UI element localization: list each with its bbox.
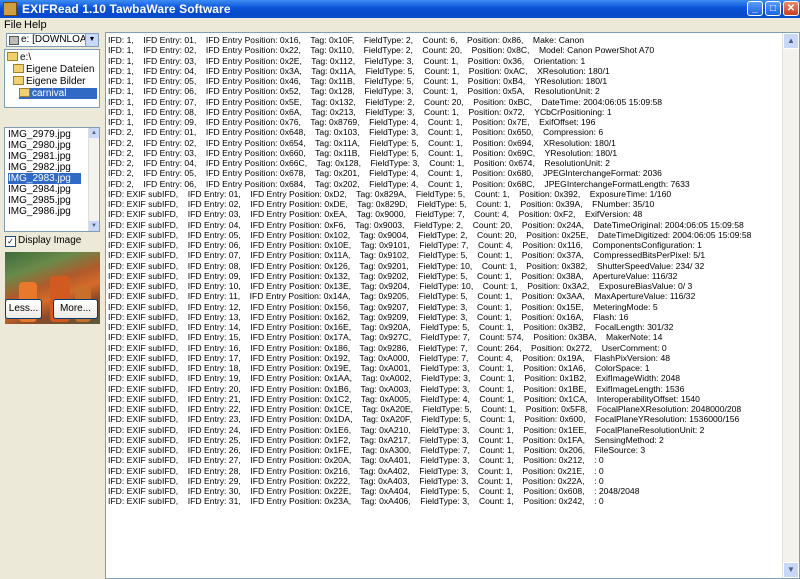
exif-line: IFD: EXIF subIFD, IFD Entry: 30, IFD Ent… — [108, 486, 640, 496]
exif-line: IFD: EXIF subIFD, IFD Entry: 09, IFD Ent… — [108, 270, 678, 281]
exif-line: IFD: EXIF subIFD, IFD Entry: 10, IFD Ent… — [108, 281, 693, 291]
file-item[interactable]: IMG_2980.jpg — [8, 140, 71, 151]
exif-line: IFD: EXIF subIFD, IFD Entry: 19, IFD Ent… — [108, 373, 681, 384]
scroll-up-icon[interactable]: ▲ — [783, 33, 799, 49]
exif-line: IFD: EXIF subIFD, IFD Entry: 08, IFD Ent… — [108, 260, 705, 271]
exif-line: IFD: EXIF subIFD, IFD Entry: 04, IFD Ent… — [108, 219, 744, 230]
folder-icon — [13, 64, 24, 73]
exif-line: IFD: EXIF subIFD, IFD Entry: 07, IFD Ent… — [108, 250, 706, 261]
directory-item[interactable]: Eigene Dateien — [13, 64, 94, 75]
exif-line: IFD: EXIF subIFD, IFD Entry: 01, IFD Ent… — [108, 188, 672, 199]
directory-item[interactable]: Eigene Bilder — [13, 76, 85, 87]
more-button[interactable]: More... — [53, 299, 98, 319]
title-bar[interactable]: EXIFRead 1.10 TawbaWare Software _ □ ✕ — [0, 0, 800, 18]
exif-line: IFD: 2, IFD Entry: 03, IFD Entry Positio… — [108, 147, 618, 158]
window-title: EXIFRead 1.10 TawbaWare Software — [22, 2, 231, 16]
exif-line: IFD: 1, IFD Entry: 02, IFD Entry Positio… — [108, 45, 655, 56]
drive-select[interactable]: e: [DOWNLOAD] ▼ — [6, 33, 99, 47]
folder-icon — [13, 76, 24, 85]
exif-line: IFD: 1, IFD Entry: 09, IFD Entry Positio… — [108, 117, 596, 127]
file-item[interactable]: IMG_2985.jpg — [8, 195, 71, 206]
exif-line: IFD: EXIF subIFD, IFD Entry: 26, IFD Ent… — [108, 445, 646, 455]
exif-line: IFD: EXIF subIFD, IFD Entry: 27, IFD Ent… — [108, 455, 604, 466]
exif-line: IFD: EXIF subIFD, IFD Entry: 18, IFD Ent… — [108, 363, 650, 373]
directory-list[interactable]: e:\ Eigene Dateien Eigene Bilder carniva… — [4, 49, 100, 108]
exif-line: IFD: EXIF subIFD, IFD Entry: 14, IFD Ent… — [108, 322, 674, 332]
file-item[interactable]: IMG_2982.jpg — [8, 162, 71, 173]
folder-icon — [7, 52, 18, 61]
exif-line: IFD: 1, IFD Entry: 08, IFD Entry Positio… — [108, 106, 612, 117]
menu-help[interactable]: Help — [24, 19, 47, 31]
exif-line: IFD: EXIF subIFD, IFD Entry: 05, IFD Ent… — [108, 229, 752, 240]
folder-icon — [19, 88, 30, 97]
file-list[interactable]: IMG_2979.jpg IMG_2980.jpg IMG_2981.jpg I… — [4, 127, 100, 232]
directory-item-selected[interactable]: carnival — [19, 88, 97, 99]
app-icon — [3, 2, 17, 16]
exif-line: IFD: EXIF subIFD, IFD Entry: 17, IFD Ent… — [108, 352, 671, 363]
exif-line: IFD: EXIF subIFD, IFD Entry: 15, IFD Ent… — [108, 332, 663, 343]
file-list-scrollbar[interactable]: ▲ ▼ — [88, 128, 99, 231]
exif-line: IFD: 1, IFD Entry: 01, IFD Entry Positio… — [108, 35, 585, 45]
exif-line: IFD: EXIF subIFD, IFD Entry: 20, IFD Ent… — [108, 383, 685, 394]
exif-line: IFD: 2, IFD Entry: 02, IFD Entry Positio… — [108, 137, 616, 148]
exif-line: IFD: EXIF subIFD, IFD Entry: 06, IFD Ent… — [108, 240, 702, 250]
exif-line: IFD: 1, IFD Entry: 04, IFD Entry Positio… — [108, 65, 610, 76]
file-item[interactable]: IMG_2981.jpg — [8, 151, 71, 162]
exif-line: IFD: EXIF subIFD, IFD Entry: 13, IFD Ent… — [108, 311, 629, 322]
exif-line: IFD: EXIF subIFD, IFD Entry: 21, IFD Ent… — [108, 393, 700, 404]
maximize-button[interactable]: □ — [765, 1, 781, 16]
less-button[interactable]: Less... — [5, 299, 42, 319]
exif-line: IFD: 2, IFD Entry: 01, IFD Entry Positio… — [108, 127, 604, 138]
drive-icon — [9, 36, 19, 45]
exif-line: IFD: 1, IFD Entry: 06, IFD Entry Positio… — [108, 86, 600, 97]
exif-line: IFD: 2, IFD Entry: 04, IFD Entry Positio… — [108, 158, 610, 168]
exif-output-textarea[interactable]: IFD: 1, IFD Entry: 01, IFD Entry Positio… — [105, 32, 800, 579]
exif-line: IFD: EXIF subIFD, IFD Entry: 11, IFD Ent… — [108, 291, 696, 302]
exif-line: IFD: EXIF subIFD, IFD Entry: 25, IFD Ent… — [108, 434, 664, 445]
exif-line: IFD: 2, IFD Entry: 06, IFD Entry Positio… — [108, 178, 690, 189]
checkmark-icon[interactable]: ✓ — [5, 236, 16, 247]
minimize-button[interactable]: _ — [747, 1, 763, 16]
exif-line: IFD: 1, IFD Entry: 07, IFD Entry Positio… — [108, 96, 663, 107]
exif-line: IFD: 2, IFD Entry: 05, IFD Entry Positio… — [108, 168, 662, 179]
close-button[interactable]: ✕ — [783, 1, 799, 16]
exif-line: IFD: EXIF subIFD, IFD Entry: 24, IFD Ent… — [108, 424, 705, 435]
exif-line: IFD: EXIF subIFD, IFD Entry: 28, IFD Ent… — [108, 465, 604, 476]
exif-line: IFD: EXIF subIFD, IFD Entry: 31, IFD Ent… — [108, 496, 604, 507]
scroll-down-icon[interactable]: ▼ — [783, 562, 799, 578]
exif-line: IFD: EXIF subIFD, IFD Entry: 22, IFD Ent… — [108, 404, 742, 414]
exif-line: IFD: 1, IFD Entry: 05, IFD Entry Positio… — [108, 76, 608, 86]
exif-line: IFD: EXIF subIFD, IFD Entry: 03, IFD Ent… — [108, 209, 643, 220]
exif-line: IFD: EXIF subIFD, IFD Entry: 02, IFD Ent… — [108, 199, 655, 209]
exif-line: IFD: 1, IFD Entry: 03, IFD Entry Positio… — [108, 55, 586, 66]
menu-bar: File Help — [0, 18, 800, 32]
directory-item[interactable]: e:\ — [7, 52, 31, 63]
left-panel: e: [DOWNLOAD] ▼ e:\ Eigene Dateien Eigen… — [0, 32, 104, 579]
chevron-down-icon[interactable]: ▼ — [85, 34, 98, 46]
exif-line: IFD: EXIF subIFD, IFD Entry: 23, IFD Ent… — [108, 414, 740, 425]
menu-file[interactable]: File — [4, 19, 22, 31]
file-item[interactable]: IMG_2986.jpg — [8, 206, 71, 217]
scroll-down-icon[interactable]: ▼ — [89, 221, 99, 231]
file-item[interactable]: IMG_2984.jpg — [8, 184, 71, 195]
file-item-selected[interactable]: IMG_2983.jpg — [8, 173, 81, 184]
exif-line: IFD: EXIF subIFD, IFD Entry: 12, IFD Ent… — [108, 301, 658, 312]
file-item[interactable]: IMG_2979.jpg — [8, 129, 71, 140]
output-scrollbar[interactable]: ▲ ▼ — [782, 33, 799, 578]
exif-line: IFD: EXIF subIFD, IFD Entry: 29, IFD Ent… — [108, 475, 604, 486]
scroll-up-icon[interactable]: ▲ — [89, 128, 99, 138]
exif-line: IFD: EXIF subIFD, IFD Entry: 16, IFD Ent… — [108, 342, 667, 353]
